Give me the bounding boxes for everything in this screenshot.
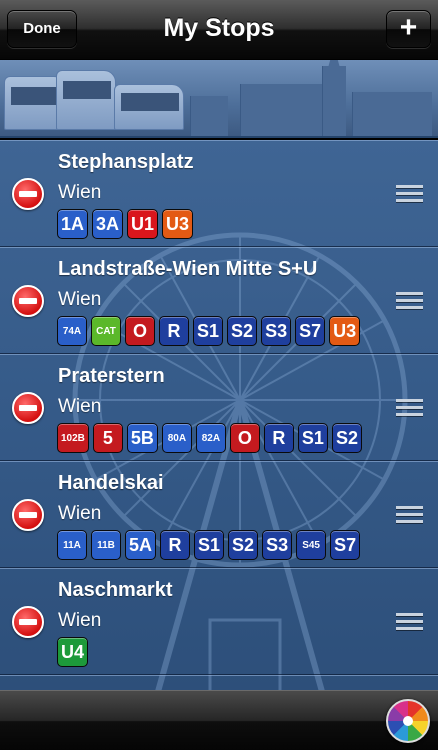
stop-name: Landstraße-Wien Mitte S+U <box>58 258 318 280</box>
line-badge: 80A <box>161 423 192 453</box>
line-badge: O <box>125 316 155 346</box>
line-badge: R <box>263 423 294 453</box>
line-badge: 102B <box>57 423 89 453</box>
line-badge: 82A <box>195 423 226 453</box>
add-stop-button[interactable]: + <box>386 10 431 48</box>
line-badge: S45 <box>296 530 327 560</box>
line-badge: 11B <box>91 530 121 560</box>
line-badge: 11A <box>57 530 87 560</box>
delete-icon[interactable] <box>12 499 44 531</box>
delete-icon[interactable] <box>12 285 44 317</box>
line-badge: U3 <box>329 316 361 346</box>
line-badge: S1 <box>193 316 224 346</box>
stop-name: Stephansplatz <box>58 151 194 173</box>
stop-name: Naschmarkt <box>58 579 173 601</box>
delete-icon[interactable] <box>12 392 44 424</box>
line-badge: U1 <box>127 209 159 239</box>
delete-icon[interactable] <box>12 606 44 638</box>
line-badge: 74A <box>57 316 87 346</box>
page-title: My Stops <box>163 14 275 42</box>
stop-city: Wien <box>58 289 102 310</box>
reorder-handle-icon[interactable] <box>396 399 423 419</box>
line-badge: 3A <box>92 209 124 239</box>
delete-icon[interactable] <box>12 178 44 210</box>
line-badge: 5A <box>125 530 157 560</box>
stop-city: Wien <box>58 182 102 203</box>
tram-image <box>56 70 116 130</box>
tower-image <box>322 66 346 136</box>
line-badge: S2 <box>331 423 362 453</box>
stop-city: Wien <box>58 610 102 631</box>
reorder-handle-icon[interactable] <box>396 506 423 526</box>
line-badge: 5B <box>126 423 158 453</box>
stop-row-handelskai[interactable]: Handelskai Wien 11A 11B 5A R S1 S2 S3 S45 S7 <box>0 461 438 568</box>
line-badge: S7 <box>330 530 361 560</box>
line-badge: S2 <box>228 530 259 560</box>
line-badge: S7 <box>295 316 326 346</box>
line-badges: 1A 3A U1 U3 <box>57 209 194 239</box>
line-badges: 102B 5 5B 80A 82A O R S1 S2 <box>57 423 362 453</box>
color-wheel-icon[interactable] <box>386 699 430 743</box>
stop-city: Wien <box>58 396 102 417</box>
stop-row-naschmarkt[interactable]: Naschmarkt Wien U4 <box>0 568 438 675</box>
line-badge: S3 <box>262 530 293 560</box>
stop-row-landstrasse[interactable]: Landstraße-Wien Mitte S+U Wien 74A CAT O R S… <box>0 247 438 354</box>
bottom-toolbar <box>0 690 438 750</box>
navigation-bar: Done My Stops + <box>0 0 438 60</box>
building-image <box>190 96 228 136</box>
line-badge: S1 <box>297 423 328 453</box>
bus-image <box>114 84 184 130</box>
stop-name: Praterstern <box>58 365 165 387</box>
line-badge: U4 <box>57 637 89 667</box>
line-badge: S3 <box>261 316 292 346</box>
line-badges: 11A 11B 5A R S1 S2 S3 S45 S7 <box>57 530 361 560</box>
line-badge: CAT <box>91 316 121 346</box>
header-photo-banner <box>0 60 438 138</box>
stop-city: Wien <box>58 503 102 524</box>
line-badge: R <box>160 530 191 560</box>
line-badge: R <box>159 316 189 346</box>
line-badge: 5 <box>92 423 123 453</box>
line-badge: S1 <box>194 530 225 560</box>
line-badges: U4 <box>57 637 89 667</box>
line-badge: U3 <box>162 209 194 239</box>
reorder-handle-icon[interactable] <box>396 292 423 312</box>
line-badge: S2 <box>227 316 258 346</box>
stop-row-praterstern[interactable]: Praterstern Wien 102B 5 5B 80A 82A O R S1 S2 <box>0 354 438 461</box>
stop-row-stephansplatz[interactable]: Stephansplatz Wien 1A 3A U1 U3 <box>0 140 438 247</box>
reorder-handle-icon[interactable] <box>396 613 423 633</box>
city-hall-image <box>240 84 330 136</box>
stops-list[interactable]: Stephansplatz Wien 1A 3A U1 U3 Landstraße-W… <box>0 140 438 690</box>
stop-name: Handelskai <box>58 472 164 494</box>
line-badges: 74A CAT O R S1 S2 S3 S7 U3 <box>57 316 361 346</box>
stop-row-partial[interactable] <box>0 675 438 690</box>
line-badge: 1A <box>57 209 89 239</box>
line-badge: O <box>229 423 260 453</box>
reorder-handle-icon[interactable] <box>396 185 423 205</box>
building-image <box>352 92 432 136</box>
